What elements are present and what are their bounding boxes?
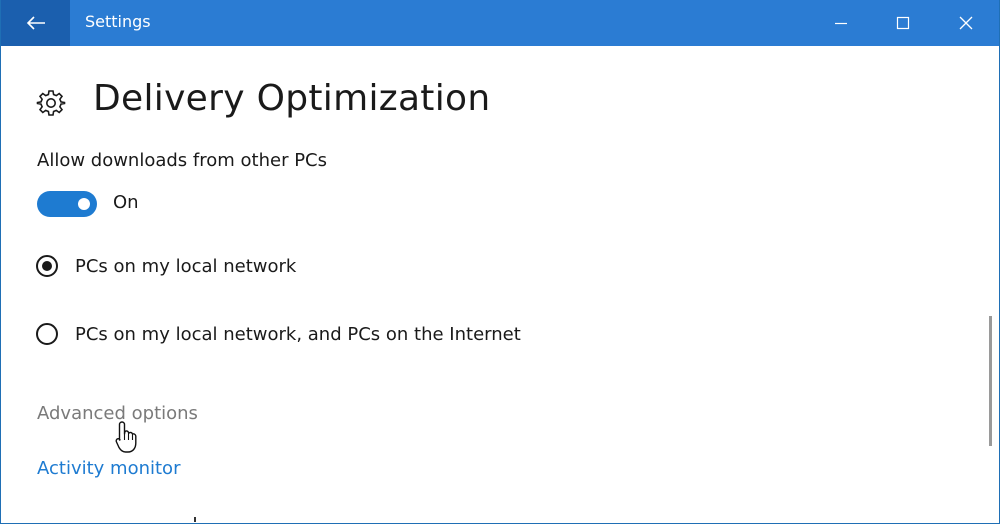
radio-button-selected[interactable] <box>36 255 58 277</box>
settings-window: Settings Delivery Optimization Allow dow… <box>0 0 1000 524</box>
gear-icon <box>36 90 66 116</box>
allow-downloads-label: Allow downloads from other PCs <box>37 150 327 171</box>
scrollbar-thumb[interactable] <box>989 316 992 446</box>
activity-monitor-link[interactable]: Activity monitor <box>37 458 180 479</box>
minimize-icon <box>835 22 847 25</box>
back-button[interactable] <box>1 0 70 46</box>
allow-downloads-toggle[interactable] <box>37 191 97 217</box>
radio-label: PCs on my local network, and PCs on the … <box>75 323 521 345</box>
page-title: Delivery Optimization <box>93 78 491 119</box>
radio-dot <box>42 261 52 271</box>
maximize-icon <box>896 16 910 30</box>
maximize-button[interactable] <box>871 0 935 46</box>
hand-pointer-icon <box>115 421 137 453</box>
radio-label: PCs on my local network <box>75 255 297 277</box>
minimize-button[interactable] <box>809 0 873 46</box>
close-icon <box>959 16 973 30</box>
back-arrow-icon <box>26 16 45 30</box>
radio-local-and-internet[interactable]: PCs on my local network, and PCs on the … <box>36 319 521 349</box>
toggle-state-label: On <box>113 192 139 213</box>
title-bar: Settings <box>1 0 999 46</box>
toggle-knob <box>78 198 90 210</box>
radio-local-network[interactable]: PCs on my local network <box>36 251 296 281</box>
divider <box>194 517 196 522</box>
close-button[interactable] <box>934 0 998 46</box>
window-title: Settings <box>85 12 151 31</box>
radio-button-unselected[interactable] <box>36 323 58 345</box>
